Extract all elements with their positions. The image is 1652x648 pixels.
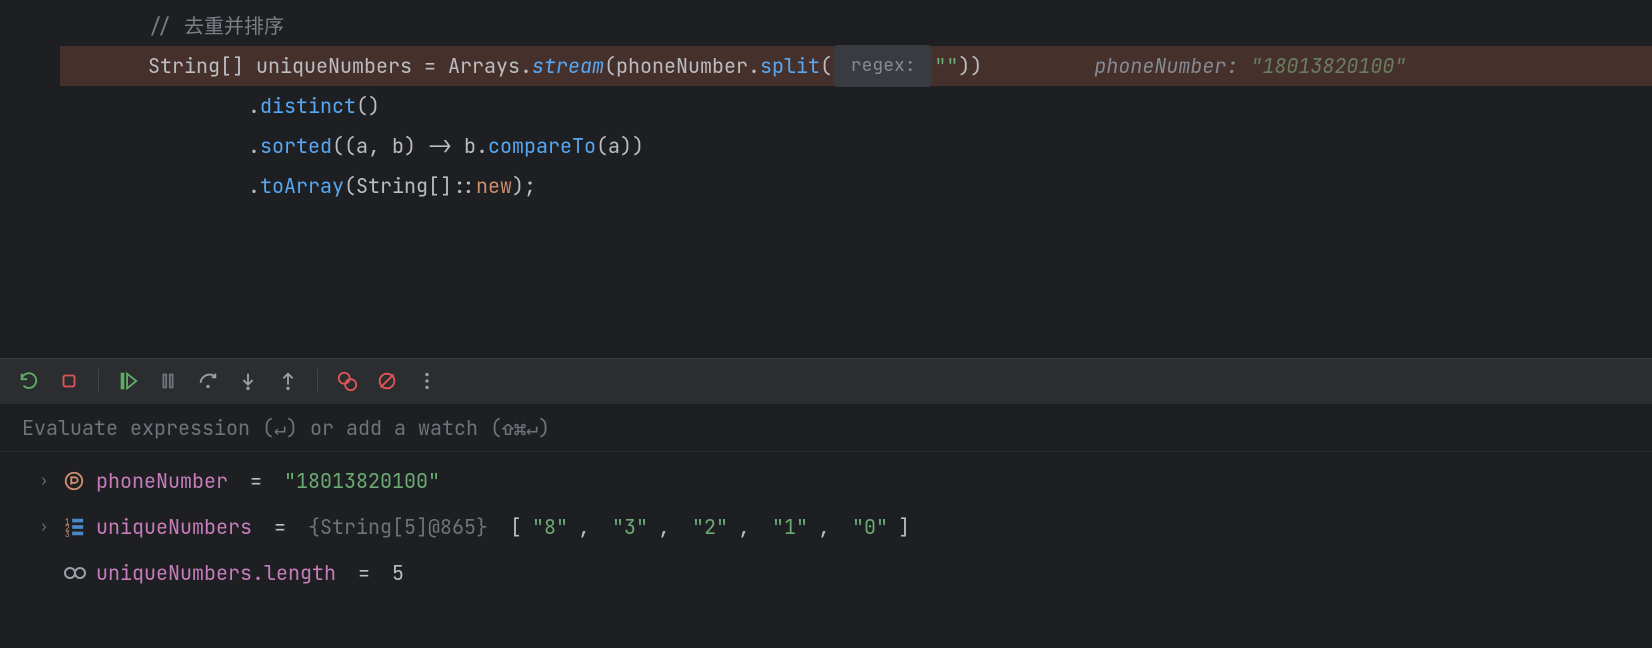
toolbar-separator xyxy=(98,369,99,393)
variable-name: phoneNumber xyxy=(96,468,228,494)
token-method: compareTo xyxy=(488,126,596,166)
token-dot: . xyxy=(248,86,260,126)
variable-value: "18013820100" xyxy=(284,468,440,494)
inline-hint-value: "18013820100" xyxy=(1250,53,1406,79)
token-coloncolon: :: xyxy=(452,166,476,206)
more-menu-button[interactable] xyxy=(414,368,440,394)
array-icon: 1 2 3 xyxy=(62,515,86,539)
variable-eq: = xyxy=(346,560,382,586)
code-line[interactable]: . toArray ( String [] :: new ); xyxy=(0,166,1652,206)
token-method: split xyxy=(760,46,820,86)
panel-divider[interactable] xyxy=(0,268,1652,358)
code-line-blank[interactable] xyxy=(0,206,1652,246)
token-ident: uniqueNumbers xyxy=(256,46,412,86)
token-paren: ); xyxy=(512,166,536,206)
token-dot: . xyxy=(248,166,260,206)
token-paren: ( xyxy=(344,166,356,206)
token-comma: , xyxy=(368,126,392,166)
mute-breakpoints-button[interactable] xyxy=(374,368,400,394)
variable-row-length[interactable]: uniqueNumbers.length = 5 xyxy=(0,550,1652,596)
evaluate-expression-input[interactable]: Evaluate expression (↵) or add a watch (… xyxy=(0,404,1652,452)
token-paren: (( xyxy=(332,126,356,166)
expand-arrow-icon[interactable]: › xyxy=(36,518,52,536)
token-ident: b xyxy=(464,126,476,166)
array-comma: , xyxy=(818,514,842,540)
variable-value: 5 xyxy=(392,560,404,586)
param-icon xyxy=(62,469,86,493)
inline-hint-name: phoneNumber: xyxy=(1094,53,1250,79)
editor-gutter xyxy=(0,0,60,268)
variables-pane[interactable]: › phoneNumber = "18013820100" › 1 2 3 un… xyxy=(0,452,1652,596)
token-param: b xyxy=(392,126,404,166)
token-paren: )) xyxy=(958,46,982,86)
rerun-button[interactable] xyxy=(16,368,42,394)
array-item: "0" xyxy=(852,514,888,540)
token-keyword: new xyxy=(476,166,512,206)
token-arrow: ) -> xyxy=(404,126,464,166)
token-dot: . xyxy=(476,126,488,166)
token-class: Arrays xyxy=(448,46,520,86)
token-paren: )) xyxy=(620,126,644,166)
variable-row-phoneNumber[interactable]: › phoneNumber = "18013820100" xyxy=(0,458,1652,504)
token-paren: () xyxy=(356,86,380,126)
token-type: String xyxy=(356,166,428,206)
token-paren: ( xyxy=(596,126,608,166)
token-method-static: stream xyxy=(532,46,604,86)
resume-button[interactable] xyxy=(115,368,141,394)
pause-button[interactable] xyxy=(155,368,181,394)
watch-icon xyxy=(62,561,86,585)
token-method: toArray xyxy=(260,166,344,206)
array-comma: , xyxy=(658,514,682,540)
code-line[interactable]: . sorted (( a , b ) -> b . compareTo ( a… xyxy=(0,126,1652,166)
array-item: "1" xyxy=(772,514,808,540)
array-item: "3" xyxy=(612,514,648,540)
token-brackets: [] xyxy=(220,46,256,86)
array-comma: , xyxy=(578,514,602,540)
step-into-button[interactable] xyxy=(235,368,261,394)
token-brackets: [] xyxy=(428,166,452,206)
code-line-current[interactable]: String [] uniqueNumbers = Arrays . strea… xyxy=(0,46,1652,86)
variable-eq: = xyxy=(262,514,298,540)
token-method: sorted xyxy=(260,126,332,166)
debug-toolbar xyxy=(0,358,1652,404)
code-editor[interactable]: // 去重并排序 String [] uniqueNumbers = Array… xyxy=(0,0,1652,268)
token-param: a xyxy=(356,126,368,166)
variable-type: {String[5]@865} xyxy=(308,514,500,540)
variable-eq: = xyxy=(238,468,274,494)
variable-row-uniqueNumbers[interactable]: › 1 2 3 uniqueNumbers = {String[5]@865} … xyxy=(0,504,1652,550)
token-paren: ( xyxy=(604,46,616,86)
variable-name: uniqueNumbers xyxy=(96,514,252,540)
expand-arrow-icon[interactable]: › xyxy=(36,472,52,490)
token-dot: . xyxy=(748,46,760,86)
array-open: [ xyxy=(510,514,522,540)
token-ident: phoneNumber xyxy=(616,46,748,86)
svg-text:3: 3 xyxy=(65,530,70,538)
token-method: distinct xyxy=(260,86,356,126)
token-dot: . xyxy=(248,126,260,166)
code-comment: // 去重并排序 xyxy=(70,6,284,46)
step-over-button[interactable] xyxy=(195,368,221,394)
token-type: String xyxy=(148,46,220,86)
array-item: "8" xyxy=(532,514,568,540)
token-ident: a xyxy=(608,126,620,166)
step-out-button[interactable] xyxy=(275,368,301,394)
token-assign: = xyxy=(412,46,448,86)
array-close: ] xyxy=(898,514,910,540)
toolbar-separator xyxy=(317,369,318,393)
token-dot: . xyxy=(520,46,532,86)
array-item: "2" xyxy=(692,514,728,540)
evaluate-placeholder: Evaluate expression (↵) or add a watch (… xyxy=(22,415,550,441)
token-string: "" xyxy=(934,46,958,86)
token-paren: ( xyxy=(820,46,832,86)
inline-debug-hint: phoneNumber: "18013820100" xyxy=(1022,6,1406,126)
view-breakpoints-button[interactable] xyxy=(334,368,360,394)
array-comma: , xyxy=(738,514,762,540)
param-hint-regex: regex: xyxy=(834,45,932,87)
variable-name: uniqueNumbers.length xyxy=(96,560,336,586)
stop-button[interactable] xyxy=(56,368,82,394)
